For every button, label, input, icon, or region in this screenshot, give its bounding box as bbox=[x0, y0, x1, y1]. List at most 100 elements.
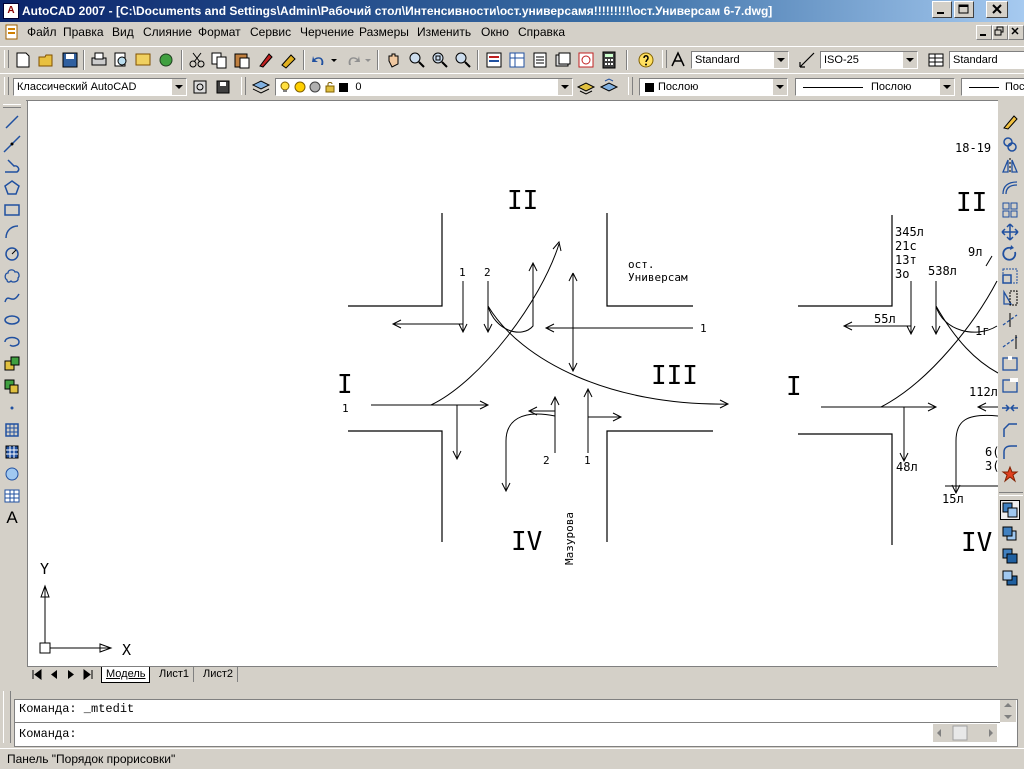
menu-tools[interactable]: Сервис bbox=[250, 25, 291, 39]
rotate-icon[interactable] bbox=[1000, 244, 1020, 264]
doc-minimize-button[interactable] bbox=[976, 25, 992, 40]
arc-icon[interactable] bbox=[2, 222, 22, 242]
match-properties-icon[interactable] bbox=[256, 50, 276, 70]
stretch-icon[interactable] bbox=[1000, 288, 1020, 308]
layer-lock-icon[interactable] bbox=[324, 81, 336, 93]
help-icon[interactable] bbox=[636, 50, 656, 70]
toolbar-grip[interactable] bbox=[4, 50, 9, 68]
zoom-window-icon[interactable] bbox=[430, 50, 450, 70]
toolbar-grip[interactable] bbox=[628, 77, 633, 95]
doc-restore-button[interactable] bbox=[992, 25, 1008, 40]
revision-cloud-icon[interactable] bbox=[2, 266, 22, 286]
make-object-layer-current-icon[interactable] bbox=[576, 77, 596, 97]
last-tab-icon[interactable] bbox=[81, 668, 95, 681]
command-scrollbar[interactable] bbox=[1000, 700, 1016, 722]
menu-file[interactable]: Файл bbox=[27, 25, 57, 39]
command-line[interactable]: Команда: _mtedit Команда: bbox=[14, 699, 1018, 747]
scale-icon[interactable] bbox=[1000, 266, 1020, 286]
calculator-icon[interactable] bbox=[599, 50, 619, 70]
zoom-previous-icon[interactable] bbox=[453, 50, 473, 70]
color-select[interactable]: Послою bbox=[639, 78, 788, 96]
bring-above-icon[interactable] bbox=[1000, 546, 1020, 566]
menu-modify[interactable]: Изменить bbox=[417, 25, 471, 39]
undo-icon[interactable] bbox=[309, 50, 329, 70]
markup-set-icon[interactable] bbox=[576, 50, 596, 70]
workspace-select[interactable]: Классический AutoCAD bbox=[13, 78, 187, 96]
next-tab-icon[interactable] bbox=[64, 668, 78, 681]
tab-model[interactable]: Модель bbox=[101, 667, 151, 683]
insert-block-icon[interactable] bbox=[2, 354, 22, 374]
undo-dropdown-icon[interactable] bbox=[329, 50, 339, 70]
break-icon[interactable] bbox=[1000, 376, 1020, 396]
close-button[interactable] bbox=[986, 1, 1008, 18]
block-editor-icon[interactable] bbox=[279, 50, 299, 70]
paste-icon[interactable] bbox=[232, 50, 252, 70]
toolbar-grip[interactable] bbox=[4, 77, 9, 95]
send-to-back-icon[interactable] bbox=[1000, 524, 1020, 544]
minimize-button[interactable] bbox=[932, 1, 952, 18]
ellipse-icon[interactable] bbox=[2, 310, 22, 330]
tool-palettes-icon[interactable] bbox=[530, 50, 550, 70]
redo-icon[interactable] bbox=[343, 50, 363, 70]
pan-realtime-icon[interactable] bbox=[384, 50, 404, 70]
make-block-icon[interactable] bbox=[2, 376, 22, 396]
save-icon[interactable] bbox=[60, 50, 80, 70]
gradient-icon[interactable] bbox=[2, 442, 22, 462]
copy-object-icon[interactable] bbox=[1000, 134, 1020, 154]
3d-dwf-icon[interactable] bbox=[156, 50, 176, 70]
text-style-icon[interactable] bbox=[668, 50, 688, 70]
maximize-button[interactable] bbox=[954, 1, 974, 18]
send-under-icon[interactable] bbox=[1000, 568, 1020, 588]
dim-style-icon[interactable] bbox=[797, 50, 817, 70]
table-style-select[interactable]: Standard bbox=[949, 51, 1024, 69]
dim-style-select[interactable]: ISO-25 bbox=[820, 51, 918, 69]
drawing-canvas[interactable]: 1 2 1 1 2 1 II I III IV ост. Универсам М… bbox=[27, 100, 998, 667]
toolbar-grip[interactable] bbox=[241, 77, 246, 95]
menu-format[interactable]: Формат bbox=[198, 25, 241, 39]
lineweight-select[interactable]: Пос bbox=[961, 78, 1024, 96]
cut-icon[interactable] bbox=[187, 50, 207, 70]
design-center-icon[interactable] bbox=[507, 50, 527, 70]
construction-line-icon[interactable] bbox=[2, 134, 22, 154]
redo-dropdown-icon[interactable] bbox=[363, 50, 373, 70]
copy-icon[interactable] bbox=[209, 50, 229, 70]
doc-close-button[interactable] bbox=[1008, 25, 1024, 40]
workspace-settings-icon[interactable] bbox=[190, 77, 210, 97]
document-icon[interactable] bbox=[4, 24, 20, 40]
menu-edit[interactable]: Правка bbox=[63, 25, 104, 39]
first-tab-icon[interactable] bbox=[30, 668, 44, 681]
menu-window[interactable]: Окно bbox=[481, 25, 509, 39]
mirror-icon[interactable] bbox=[1000, 156, 1020, 176]
spline-icon[interactable] bbox=[2, 288, 22, 308]
linetype-select[interactable]: Послою bbox=[795, 78, 955, 96]
autocad-app-icon[interactable]: A bbox=[3, 3, 19, 19]
point-icon[interactable] bbox=[2, 398, 22, 418]
move-icon[interactable] bbox=[1000, 222, 1020, 242]
trim-icon[interactable] bbox=[1000, 310, 1020, 330]
toolbar-grip[interactable] bbox=[662, 50, 667, 68]
command-window-grip[interactable] bbox=[3, 691, 11, 743]
extend-icon[interactable] bbox=[1000, 332, 1020, 352]
layer-thaw-icon[interactable] bbox=[294, 81, 306, 93]
text-style-select[interactable]: Standard bbox=[691, 51, 789, 69]
join-icon[interactable] bbox=[1000, 398, 1020, 418]
polygon-icon[interactable] bbox=[2, 178, 22, 198]
tab-sheet1[interactable]: Лист1 bbox=[155, 667, 195, 682]
hatch-icon[interactable] bbox=[2, 420, 22, 440]
print-preview-icon[interactable] bbox=[111, 50, 131, 70]
properties-icon[interactable] bbox=[484, 50, 504, 70]
open-file-icon[interactable] bbox=[37, 50, 57, 70]
bring-to-front-icon[interactable] bbox=[1000, 500, 1020, 520]
break-at-point-icon[interactable] bbox=[1000, 354, 1020, 374]
previous-tab-icon[interactable] bbox=[47, 668, 61, 681]
table-icon[interactable] bbox=[2, 486, 22, 506]
sheet-set-icon[interactable] bbox=[553, 50, 573, 70]
line-icon[interactable] bbox=[2, 112, 22, 132]
polyline-icon[interactable] bbox=[2, 156, 22, 176]
zoom-realtime-icon[interactable] bbox=[407, 50, 427, 70]
menu-draw[interactable]: Черчение bbox=[300, 25, 354, 39]
toolbar-grip[interactable] bbox=[3, 104, 21, 108]
menu-dimension[interactable]: Размеры bbox=[359, 25, 409, 39]
layer-viewport-icon[interactable] bbox=[309, 81, 321, 93]
menu-help[interactable]: Справка bbox=[518, 25, 565, 39]
